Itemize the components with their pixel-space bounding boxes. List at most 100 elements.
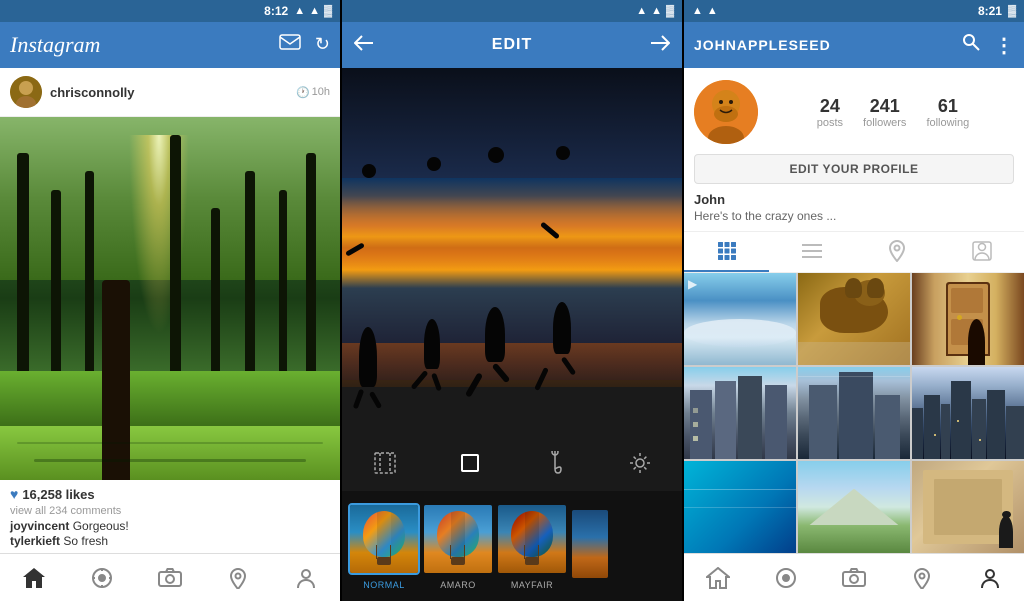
tree-8 (306, 153, 316, 389)
filter-4-thumb[interactable] (570, 508, 610, 580)
grid-cell-4[interactable] (684, 367, 796, 459)
filter-mayfair-thumb[interactable] (496, 503, 568, 575)
profile-name: John (694, 192, 1014, 207)
grid-cell-5[interactable] (798, 367, 910, 459)
inbox-icon[interactable] (279, 34, 301, 57)
nav-explore-3[interactable] (752, 554, 820, 601)
nav-explore[interactable] (68, 554, 136, 601)
balloon-normal-shape (363, 511, 405, 557)
post-photo[interactable] (0, 117, 340, 480)
basket-mayfair (525, 557, 539, 565)
battery-icon-2: ▓ (666, 5, 674, 17)
wifi-icon-2: ▲ (636, 5, 647, 17)
comments-link[interactable]: view all 234 comments (10, 505, 330, 517)
nav-profile[interactable] (272, 554, 340, 601)
avatar[interactable] (10, 76, 42, 108)
filter-amaro[interactable]: AMARO (422, 503, 494, 590)
status-bar-2: ▲ ▲ ▓ (342, 0, 682, 22)
silhouette-4-body (553, 302, 571, 354)
followers-count: 241 (870, 96, 900, 117)
post-footer: ♥ 16,258 likes view all 234 comments joy… (0, 480, 340, 553)
profile-avatar[interactable] (694, 80, 758, 144)
frame-tool[interactable] (363, 441, 407, 485)
heart-icon[interactable]: ♥ (10, 486, 18, 502)
nav-activity[interactable] (204, 554, 272, 601)
profile-stats: 24 posts 241 followers 61 following (772, 96, 1014, 129)
silhouette-2-body (424, 319, 440, 369)
more-icon[interactable]: ⋮ (994, 33, 1014, 58)
sky-top (342, 68, 682, 178)
nav-home[interactable] (0, 554, 68, 601)
nav-camera[interactable] (136, 554, 204, 601)
filter-4-partial[interactable] (570, 508, 610, 585)
nav-activity-3[interactable] (888, 554, 956, 601)
comment-1: joyvincent Gorgeous! (10, 519, 330, 533)
panel-feed: 8:12 ▲ ▲ ▓ Instagram ↻ (0, 0, 340, 601)
grid-cell-9[interactable] (912, 461, 1024, 553)
edit-photo (342, 68, 682, 435)
brightness-tool[interactable] (618, 441, 662, 485)
grid-cell-8[interactable] (798, 461, 910, 553)
signal-icon: ▲ (309, 5, 320, 17)
status-icons-3: ▓ (1008, 5, 1016, 17)
filter-mayfair[interactable]: MAYFAIR (496, 503, 568, 590)
app-logo: Instagram (10, 32, 279, 58)
crop-tool[interactable] (448, 441, 492, 485)
forward-button[interactable] (650, 34, 670, 57)
bottom-nav-3 (684, 553, 1024, 601)
bottom-nav-1 (0, 553, 340, 601)
video-icon-overlay: ▶ (688, 277, 697, 291)
horizon-glow (342, 196, 682, 269)
nav-camera-3[interactable] (820, 554, 888, 601)
grid-cell-7[interactable] (684, 461, 796, 553)
photo-grid: ▶ (684, 273, 1024, 553)
tab-tagged-people[interactable] (939, 232, 1024, 272)
post-username[interactable]: chrisconnolly (50, 85, 296, 100)
edit-profile-button[interactable]: EDIT YOUR PROFILE (694, 154, 1014, 184)
post-header: chrisconnolly 🕐 10h (0, 68, 340, 117)
posts-count: 24 (820, 96, 840, 117)
filter-normal-thumb[interactable] (348, 503, 420, 575)
search-icon[interactable] (962, 33, 980, 58)
status-time-1: 8:12 (264, 4, 288, 18)
following-count: 61 (938, 96, 958, 117)
likes-count: 16,258 likes (22, 487, 94, 502)
water-reflection (342, 343, 682, 387)
tree-2 (51, 190, 61, 390)
wifi-icon: ▲ (294, 5, 305, 17)
tab-list[interactable] (769, 232, 854, 272)
tab-grid[interactable] (684, 232, 769, 272)
grid-cell-6[interactable] (912, 367, 1024, 459)
rope1 (376, 545, 377, 559)
silhouette-4-head (556, 146, 570, 160)
wifi-icon-3: ▲ (692, 5, 703, 17)
basket-amaro (451, 557, 465, 565)
battery-icon-3: ▓ (1008, 5, 1016, 17)
rope-amaro-1 (450, 545, 451, 559)
profile-info: 24 posts 241 followers 61 following EDIT… (684, 68, 1024, 231)
grid-cell-2[interactable] (798, 273, 910, 365)
status-bar-1: 8:12 ▲ ▲ ▓ (0, 0, 340, 22)
commenter-1-name[interactable]: joyvincent (10, 519, 69, 533)
comment-2-text: So fresh (63, 534, 108, 548)
grid-cell-1[interactable]: ▶ (684, 273, 796, 365)
nav-profile-3[interactable] (956, 554, 1024, 601)
tree-6 (245, 171, 255, 389)
tab-tagged-location[interactable] (854, 232, 939, 272)
back-button[interactable] (354, 34, 374, 57)
likes-row: ♥ 16,258 likes (10, 486, 330, 502)
filter-normal[interactable]: NORMAL (348, 503, 420, 590)
filter-amaro-thumb[interactable] (422, 503, 494, 575)
commenter-2-name[interactable]: tylerkieft (10, 534, 60, 548)
profile-username-title: JOHNAPPLESEED (694, 37, 962, 53)
edit-tools (342, 435, 682, 491)
edit-title: EDIT (374, 36, 650, 54)
nav-home-3[interactable] (684, 554, 752, 601)
silhouette-3-body (485, 307, 505, 362)
rope2 (390, 545, 391, 559)
status-bar-3: ▲ ▲ 8:21 ▓ (684, 0, 1024, 22)
grid-cell-3[interactable] (912, 273, 1024, 365)
shadow-1 (34, 459, 306, 462)
tilt-tool[interactable] (533, 441, 577, 485)
refresh-icon[interactable]: ↻ (315, 34, 330, 57)
